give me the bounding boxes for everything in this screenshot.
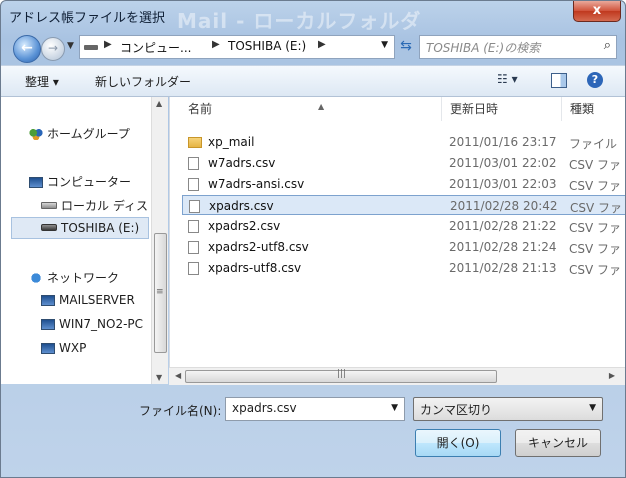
view-options-button[interactable]: ☷ ▾ bbox=[497, 72, 518, 86]
refresh-icon[interactable]: ⇆ bbox=[395, 35, 417, 57]
scroll-left-icon[interactable]: ◀ bbox=[175, 371, 181, 380]
navigation-scrollbar[interactable]: ▲ ≡ ▼ bbox=[151, 97, 168, 384]
file-icon bbox=[188, 241, 199, 254]
sort-ascending-icon: ▲ bbox=[318, 102, 325, 111]
column-header-name[interactable]: 名前 ▲ bbox=[180, 97, 442, 121]
filename-combobox[interactable]: xpadrs.csv ▼ bbox=[225, 397, 405, 421]
filename-label: ファイル名(N): bbox=[139, 404, 222, 418]
sidebar-item-win7-no2-pc[interactable]: WIN7_NO2-PC bbox=[41, 317, 143, 331]
sidebar-item-network[interactable]: ネットワーク bbox=[29, 269, 119, 286]
new-folder-button[interactable]: 新しいフォルダー bbox=[95, 73, 191, 90]
scroll-grip-icon: ≡ bbox=[156, 287, 164, 297]
address-bar[interactable]: ▶ コンピュー... ▶ TOSHIBA (E:) ▶ ▼ bbox=[79, 35, 395, 59]
file-list: 名前 ▲ 更新日時 種類 xp_mail 2011/01/16 23:17 ファ… bbox=[169, 97, 625, 384]
command-toolbar: 整理 ▾ 新しいフォルダー ☷ ▾ ? bbox=[1, 65, 625, 97]
open-button[interactable]: 開く(O) bbox=[415, 429, 501, 457]
organize-button[interactable]: 整理 ▾ bbox=[25, 73, 59, 90]
dialog-title: アドレス帳ファイルを選択 bbox=[9, 11, 166, 26]
breadcrumb-separator-icon[interactable]: ▶ bbox=[104, 39, 112, 50]
sidebar-item-toshiba[interactable]: TOSHIBA (E:) bbox=[41, 221, 139, 235]
computer-icon bbox=[41, 319, 55, 330]
computer-icon bbox=[41, 343, 55, 354]
file-row-w7adrs[interactable]: w7adrs.csv 2011/03/01 22:02 CSV ファ bbox=[182, 153, 625, 173]
search-input[interactable]: TOSHIBA (E:)の検索 bbox=[426, 39, 540, 56]
search-box[interactable]: TOSHIBA (E:)の検索 ⌕ bbox=[419, 35, 617, 59]
back-button[interactable]: ← bbox=[13, 35, 41, 63]
usb-drive-icon bbox=[41, 224, 57, 231]
file-icon bbox=[188, 157, 199, 170]
scroll-down-icon[interactable]: ▼ bbox=[156, 373, 162, 382]
network-icon bbox=[29, 272, 43, 284]
file-row-xp-mail[interactable]: xp_mail 2011/01/16 23:17 ファイル bbox=[182, 132, 625, 152]
cancel-button[interactable]: キャンセル bbox=[515, 429, 601, 457]
search-icon[interactable]: ⌕ bbox=[604, 38, 611, 53]
background-window-title: Mail - ローカルフォルダ bbox=[177, 9, 422, 33]
file-icon bbox=[189, 200, 200, 213]
file-row-xpadrs-utf8[interactable]: xpadrs-utf8.csv 2011/02/28 21:13 CSV ファ bbox=[182, 258, 625, 278]
file-icon bbox=[188, 178, 199, 191]
filename-input[interactable]: xpadrs.csv bbox=[232, 401, 297, 415]
computer-icon bbox=[41, 295, 55, 306]
file-type-value: カンマ区切り bbox=[420, 403, 493, 417]
file-type-select[interactable]: カンマ区切り ▼ bbox=[413, 397, 603, 421]
sidebar-item-wxp[interactable]: WXP bbox=[41, 341, 86, 355]
preview-pane-icon[interactable] bbox=[551, 73, 567, 88]
file-icon bbox=[188, 262, 199, 275]
scroll-grip-icon: ||| bbox=[337, 369, 347, 379]
navigation-pane: ホームグループ コンピューター ローカル ディス TOSHIBA (E:) ネッ… bbox=[1, 97, 151, 384]
help-icon[interactable]: ? bbox=[587, 72, 603, 88]
breadcrumb-computer[interactable]: コンピュー... bbox=[120, 39, 191, 56]
column-header-date[interactable]: 更新日時 bbox=[442, 97, 562, 121]
scroll-right-icon[interactable]: ▶ bbox=[609, 371, 615, 380]
hard-drive-icon bbox=[41, 202, 57, 209]
file-open-dialog: Mail - ローカルフォルダ アドレス帳ファイルを選択 x ← → ▼ ▶ コ… bbox=[0, 0, 626, 478]
title-bar[interactable]: Mail - ローカルフォルダ アドレス帳ファイルを選択 x bbox=[1, 1, 625, 33]
breadcrumb-separator-icon[interactable]: ▶ bbox=[318, 39, 326, 50]
homegroup-icon bbox=[29, 128, 43, 140]
breadcrumb-separator-icon[interactable]: ▶ bbox=[212, 39, 220, 50]
breadcrumb-drive[interactable]: TOSHIBA (E:) bbox=[228, 39, 306, 53]
sidebar-item-homegroup[interactable]: ホームグループ bbox=[29, 125, 130, 142]
file-list-horizontal-scrollbar[interactable]: ◀ ||| ▶ bbox=[169, 367, 625, 385]
column-header-type[interactable]: 種類 bbox=[562, 97, 625, 121]
close-button[interactable]: x bbox=[573, 1, 621, 22]
scroll-up-icon[interactable]: ▲ bbox=[156, 99, 162, 108]
sidebar-item-mailserver[interactable]: MAILSERVER bbox=[41, 293, 135, 307]
address-dropdown-icon[interactable]: ▼ bbox=[381, 40, 388, 50]
chevron-down-icon[interactable]: ▼ bbox=[391, 403, 398, 413]
navigation-bar: ← → ▼ ▶ コンピュー... ▶ TOSHIBA (E:) ▶ ▼ ⇆ TO… bbox=[9, 33, 617, 63]
file-row-xpadrs2[interactable]: xpadrs2.csv 2011/02/28 21:22 CSV ファ bbox=[182, 216, 625, 236]
sidebar-item-local-disk[interactable]: ローカル ディス bbox=[41, 197, 148, 214]
chevron-down-icon: ▼ bbox=[589, 403, 596, 413]
sidebar-item-computer[interactable]: コンピューター bbox=[29, 173, 131, 190]
computer-icon bbox=[29, 177, 43, 188]
recent-pages-dropdown-icon[interactable]: ▼ bbox=[67, 41, 74, 51]
file-row-xpadrs-selected[interactable]: xpadrs.csv 2011/02/28 20:42 CSV ファ bbox=[182, 195, 625, 215]
forward-button[interactable]: → bbox=[41, 37, 65, 61]
computer-icon bbox=[84, 45, 98, 50]
file-icon bbox=[188, 220, 199, 233]
file-row-w7adrs-ansi[interactable]: w7adrs-ansi.csv 2011/03/01 22:03 CSV ファ bbox=[182, 174, 625, 194]
folder-icon bbox=[188, 137, 202, 148]
dialog-footer: ファイル名(N): xpadrs.csv ▼ カンマ区切り ▼ 開く(O) キャ… bbox=[1, 385, 625, 477]
file-row-xpadrs2-utf8[interactable]: xpadrs2-utf8.csv 2011/02/28 21:24 CSV ファ bbox=[182, 237, 625, 257]
